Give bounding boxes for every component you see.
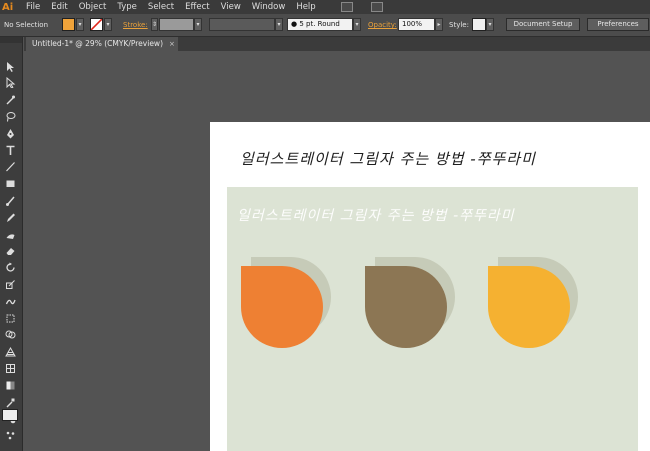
panel-title-text[interactable]: 일러스트레이터 그림자 주는 방법 -쭈뚜라미	[237, 205, 515, 225]
symbol-sprayer-tool-button[interactable]	[3, 429, 17, 443]
rotate-tool-icon	[5, 262, 15, 272]
app-logo: Ai	[2, 1, 14, 13]
shape-builder-tool-button[interactable]	[3, 328, 17, 342]
gradient-tool-icon	[6, 381, 14, 390]
stroke-none-swatch[interactable]	[90, 18, 103, 31]
eraser-tool-button[interactable]	[3, 244, 17, 258]
graphic-style-swatch[interactable]	[472, 18, 486, 31]
blob-brush-tool-icon	[6, 233, 14, 239]
fill-stroke-indicator[interactable]	[2, 409, 18, 421]
stroke-weight-stepper[interactable]: ⇕	[151, 18, 158, 31]
paintbrush-tool-button[interactable]	[3, 193, 17, 207]
artboard[interactable]: 일러스트레이터 그림자 주는 방법 -쭈뚜라미 일러스트레이터 그림자 주는 방…	[210, 122, 650, 451]
document-tab-bar: Untitled-1* @ 29% (CMYK/Preview) ×	[24, 37, 650, 51]
selection-tool-icon	[6, 61, 14, 72]
fill-dropdown-icon[interactable]: ▾	[76, 18, 84, 31]
menu-select[interactable]: Select	[148, 2, 174, 12]
opacity-label[interactable]: Opacity:	[368, 21, 397, 29]
blob-brush-tool-button[interactable]	[3, 227, 17, 241]
document-setup-button[interactable]: Document Setup	[506, 18, 580, 31]
gradient-tool-button[interactable]	[3, 378, 17, 392]
shape-builder-tool-icon	[5, 330, 15, 339]
stroke-dropdown-icon[interactable]: ▾	[104, 18, 112, 31]
paintbrush-tool-icon	[5, 196, 15, 206]
perspective-grid-tool-icon	[4, 347, 16, 357]
brush-definition-field[interactable]: ● 5 pt. Round	[287, 18, 353, 31]
selection-tool-button[interactable]	[3, 59, 17, 73]
mesh-tool-button[interactable]	[3, 361, 17, 375]
style-dropdown-icon[interactable]: ▾	[486, 18, 494, 31]
stroke-label[interactable]: Stroke:	[123, 21, 148, 29]
rectangle-tool-icon	[6, 180, 14, 188]
magic-wand-tool-button[interactable]	[3, 93, 17, 107]
menu-bar: Ai File Edit Object Type Select Effect V…	[0, 0, 650, 14]
stroke-weight-field[interactable]	[159, 18, 194, 31]
fill-color-swatch[interactable]	[62, 18, 75, 31]
artboard-title-text[interactable]: 일러스트레이터 그림자 주는 방법 -쭈뚜라미	[240, 148, 536, 169]
direct-selection-tool-button[interactable]	[3, 76, 17, 90]
brush-dropdown-icon[interactable]: ▾	[353, 18, 361, 31]
teardrop-shape-yellow[interactable]	[488, 266, 570, 348]
stroke-weight-dropdown-icon[interactable]: ▾	[194, 18, 202, 31]
variable-width-profile[interactable]	[209, 18, 275, 31]
scale-tool-button[interactable]	[3, 277, 17, 291]
brush-definition-label: 5 pt. Round	[299, 20, 340, 28]
lasso-tool-icon	[6, 111, 15, 122]
line-tool-icon	[5, 162, 15, 172]
menu-type[interactable]: Type	[117, 2, 137, 12]
style-label: Style:	[449, 21, 469, 29]
line-tool-button[interactable]	[3, 160, 17, 174]
rotate-tool-button[interactable]	[3, 261, 17, 275]
lasso-tool-button[interactable]	[3, 109, 17, 123]
menu-help[interactable]: Help	[296, 2, 315, 12]
tools-panel-grip[interactable]	[0, 37, 22, 43]
none-slash-icon	[90, 18, 103, 31]
pen-tool-icon	[6, 128, 14, 139]
preferences-button[interactable]: Preferences	[587, 18, 649, 31]
menu-edit[interactable]: Edit	[51, 2, 67, 12]
scale-tool-icon	[5, 280, 15, 289]
free-transform-tool-button[interactable]	[3, 311, 17, 325]
teardrop-shape-brown[interactable]	[365, 266, 447, 348]
pencil-tool-icon	[6, 213, 15, 222]
opacity-dropdown-icon[interactable]: ▸	[435, 18, 443, 31]
selection-status: No Selection	[4, 21, 49, 29]
magic-wand-tool-icon	[6, 95, 15, 105]
menu-view[interactable]: View	[221, 2, 241, 12]
menu-window[interactable]: Window	[252, 2, 286, 12]
symbol-sprayer-tool-icon	[6, 431, 14, 440]
brush-dot-icon: ●	[291, 20, 298, 28]
pencil-tool-button[interactable]	[3, 210, 17, 224]
direct-selection-tool-icon	[6, 77, 15, 89]
profile-dropdown-icon[interactable]: ▾	[275, 18, 283, 31]
menu-object[interactable]: Object	[79, 2, 107, 12]
eyedropper-tool-icon	[6, 398, 14, 407]
free-transform-tool-icon	[6, 314, 14, 322]
control-bar: No Selection ▾ ▾ Stroke: ⇕ ▾ ▾ ● 5 pt. R…	[0, 14, 650, 37]
bridge-icon[interactable]	[340, 2, 353, 12]
opacity-field[interactable]: 100%	[398, 18, 435, 31]
eraser-tool-icon	[6, 248, 14, 256]
teardrop-shape-orange[interactable]	[241, 266, 323, 348]
menu-file[interactable]: File	[26, 2, 40, 12]
menu-effect[interactable]: Effect	[185, 2, 209, 12]
document-tab-title: Untitled-1* @ 29% (CMYK/Preview)	[32, 39, 163, 48]
warp-tool-icon	[5, 299, 16, 304]
artwork-background-panel[interactable]: 일러스트레이터 그림자 주는 방법 -쭈뚜라미	[227, 187, 638, 451]
warp-tool-button[interactable]	[3, 294, 17, 308]
type-tool-icon	[6, 145, 14, 155]
document-tab[interactable]: Untitled-1* @ 29% (CMYK/Preview) ×	[26, 37, 178, 51]
mesh-tool-icon	[5, 363, 15, 373]
close-tab-icon[interactable]: ×	[169, 37, 175, 51]
rectangle-tool-button[interactable]	[3, 177, 17, 191]
pen-tool-button[interactable]	[3, 126, 17, 140]
eyedropper-tool-button[interactable]	[3, 395, 17, 409]
type-tool-button[interactable]	[3, 143, 17, 157]
perspective-grid-tool-button[interactable]	[3, 345, 17, 359]
tools-panel	[0, 37, 23, 451]
arrange-documents-icon[interactable]	[370, 2, 383, 12]
